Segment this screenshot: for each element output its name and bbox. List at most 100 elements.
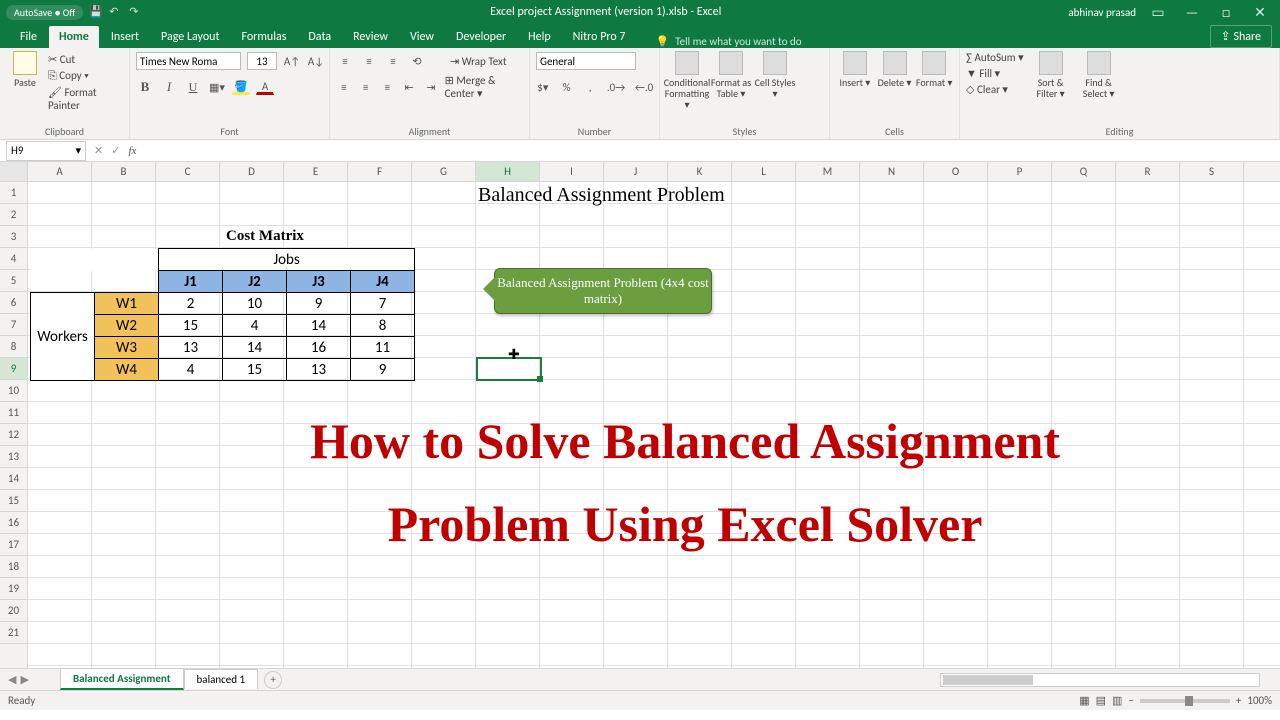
row-header[interactable]: 2 [0, 204, 27, 226]
ribbon-options-icon[interactable]: ▭ [1146, 4, 1170, 21]
cost-cell[interactable]: 15 [159, 315, 223, 337]
zoom-in-icon[interactable]: + [1236, 694, 1241, 707]
row-header[interactable]: 6 [0, 292, 27, 314]
tab-nitro[interactable]: Nitro Pro 7 [563, 26, 636, 48]
cost-cell[interactable]: 9 [287, 293, 351, 315]
cost-cell[interactable]: 16 [287, 337, 351, 359]
row-header[interactable]: 4 [0, 248, 27, 270]
font-name-input[interactable] [136, 52, 241, 70]
view-page-break-icon[interactable]: ▥ [1112, 694, 1122, 707]
cell-styles-button[interactable]: Cell Styles ▾ [754, 51, 796, 110]
cost-cell[interactable]: 10 [223, 293, 287, 315]
select-all-corner[interactable] [0, 162, 28, 181]
tell-me-search[interactable]: 💡Tell me what you want to do [638, 35, 1208, 48]
column-header[interactable]: B [92, 162, 156, 181]
callout-shape[interactable]: Balanced Assignment Problem (4x4 cost ma… [494, 268, 712, 314]
sort-filter-button[interactable]: Sort & Filter ▾ [1030, 51, 1072, 99]
number-format-select[interactable] [536, 52, 636, 70]
font-color-icon[interactable]: A [256, 79, 274, 95]
cost-cell[interactable]: 14 [223, 337, 287, 359]
fill-button[interactable]: ▼ Fill ▾ [966, 67, 1024, 80]
minimize-icon[interactable]: — [1180, 4, 1204, 21]
fill-color-icon[interactable]: 🪣 [232, 79, 250, 95]
orientation-icon[interactable]: ⟲ [408, 53, 426, 69]
row-header[interactable]: 3 [0, 226, 27, 248]
comma-icon[interactable]: , [583, 79, 597, 95]
align-right-icon[interactable]: ≡ [379, 79, 395, 95]
row-header[interactable]: 9 [0, 358, 27, 380]
column-header[interactable]: G [412, 162, 476, 181]
autosave-toggle[interactable]: AutoSave ● Off [6, 5, 83, 20]
cost-cell[interactable]: 14 [287, 315, 351, 337]
row-header[interactable]: 14 [0, 468, 27, 490]
sheet-tab[interactable]: Balanced Assignment [60, 668, 184, 690]
cut-button[interactable]: ✂ Cut [48, 53, 123, 66]
column-header[interactable]: D [220, 162, 284, 181]
undo-icon[interactable]: ↶ [109, 5, 123, 19]
cost-cell[interactable]: 2 [159, 293, 223, 315]
column-header[interactable]: Q [1052, 162, 1116, 181]
row-header[interactable]: 18 [0, 556, 27, 578]
close-icon[interactable]: ✕ [1248, 4, 1272, 21]
name-box[interactable]: H9▾ [6, 141, 86, 161]
zoom-out-icon[interactable]: − [1128, 694, 1133, 707]
view-normal-icon[interactable]: ▦ [1079, 694, 1089, 707]
format-as-table-button[interactable]: Format as Table ▾ [710, 51, 752, 110]
borders-icon[interactable]: ▦▾ [208, 79, 226, 95]
horizontal-scrollbar[interactable] [282, 673, 1280, 687]
row-header[interactable]: 17 [0, 534, 27, 556]
column-header[interactable]: E [284, 162, 348, 181]
save-icon[interactable]: 💾 [89, 5, 103, 19]
column-header[interactable]: L [732, 162, 796, 181]
column-header[interactable]: C [156, 162, 220, 181]
wrap-text-button[interactable]: ⇥ Wrap Text [450, 55, 507, 68]
tab-formulas[interactable]: Formulas [231, 26, 296, 48]
zoom-slider[interactable] [1140, 699, 1230, 703]
insert-cells-button[interactable]: Insert ▾ [836, 51, 874, 88]
column-header[interactable]: J [604, 162, 668, 181]
conditional-formatting-button[interactable]: Conditional Formatting ▾ [666, 51, 708, 110]
column-header[interactable]: M [796, 162, 860, 181]
cost-cell[interactable]: 7 [351, 293, 415, 315]
row-header[interactable]: 16 [0, 512, 27, 534]
column-header[interactable]: H [476, 162, 540, 181]
tab-review[interactable]: Review [343, 26, 398, 48]
shrink-font-icon[interactable]: A↓ [307, 53, 325, 69]
percent-icon[interactable]: % [560, 79, 574, 95]
column-header[interactable]: S [1180, 162, 1244, 181]
column-header[interactable]: R [1116, 162, 1180, 181]
zoom-level[interactable]: 100% [1247, 694, 1272, 707]
add-sheet-button[interactable]: + [264, 671, 282, 689]
tab-page-layout[interactable]: Page Layout [151, 26, 229, 48]
font-size-input[interactable] [247, 52, 277, 70]
user-name[interactable]: abhinav prasad [1068, 6, 1136, 19]
column-header[interactable]: N [860, 162, 924, 181]
cost-cell[interactable]: 15 [223, 359, 287, 381]
bold-button[interactable]: B [136, 79, 154, 95]
row-header[interactable]: 20 [0, 600, 27, 622]
increase-decimal-icon[interactable]: .0→ [607, 79, 625, 95]
cancel-formula-icon[interactable]: ✕ [94, 144, 103, 157]
maximize-icon[interactable]: □ [1214, 4, 1238, 21]
align-bottom-icon[interactable]: ≡ [384, 53, 402, 69]
tab-data[interactable]: Data [298, 26, 341, 48]
cost-cell[interactable]: 13 [159, 337, 223, 359]
row-header[interactable]: 11 [0, 402, 27, 424]
cost-cell[interactable]: 13 [287, 359, 351, 381]
paste-button[interactable]: Paste [6, 51, 44, 112]
align-center-icon[interactable]: ≡ [358, 79, 374, 95]
row-header[interactable]: 15 [0, 490, 27, 512]
fx-icon[interactable]: fx [128, 145, 136, 157]
italic-button[interactable]: I [160, 79, 178, 95]
cost-cell[interactable]: 9 [351, 359, 415, 381]
copy-button[interactable]: ⎘ Copy ▾ [48, 69, 123, 83]
cost-cell[interactable]: 4 [223, 315, 287, 337]
tab-file[interactable]: File [10, 26, 47, 48]
align-top-icon[interactable]: ≡ [336, 53, 354, 69]
row-header[interactable]: 8 [0, 336, 27, 358]
align-left-icon[interactable]: ≡ [336, 79, 352, 95]
row-header[interactable]: 19 [0, 578, 27, 600]
column-header[interactable]: A [28, 162, 92, 181]
cost-cell[interactable]: 8 [351, 315, 415, 337]
column-header[interactable]: F [348, 162, 412, 181]
